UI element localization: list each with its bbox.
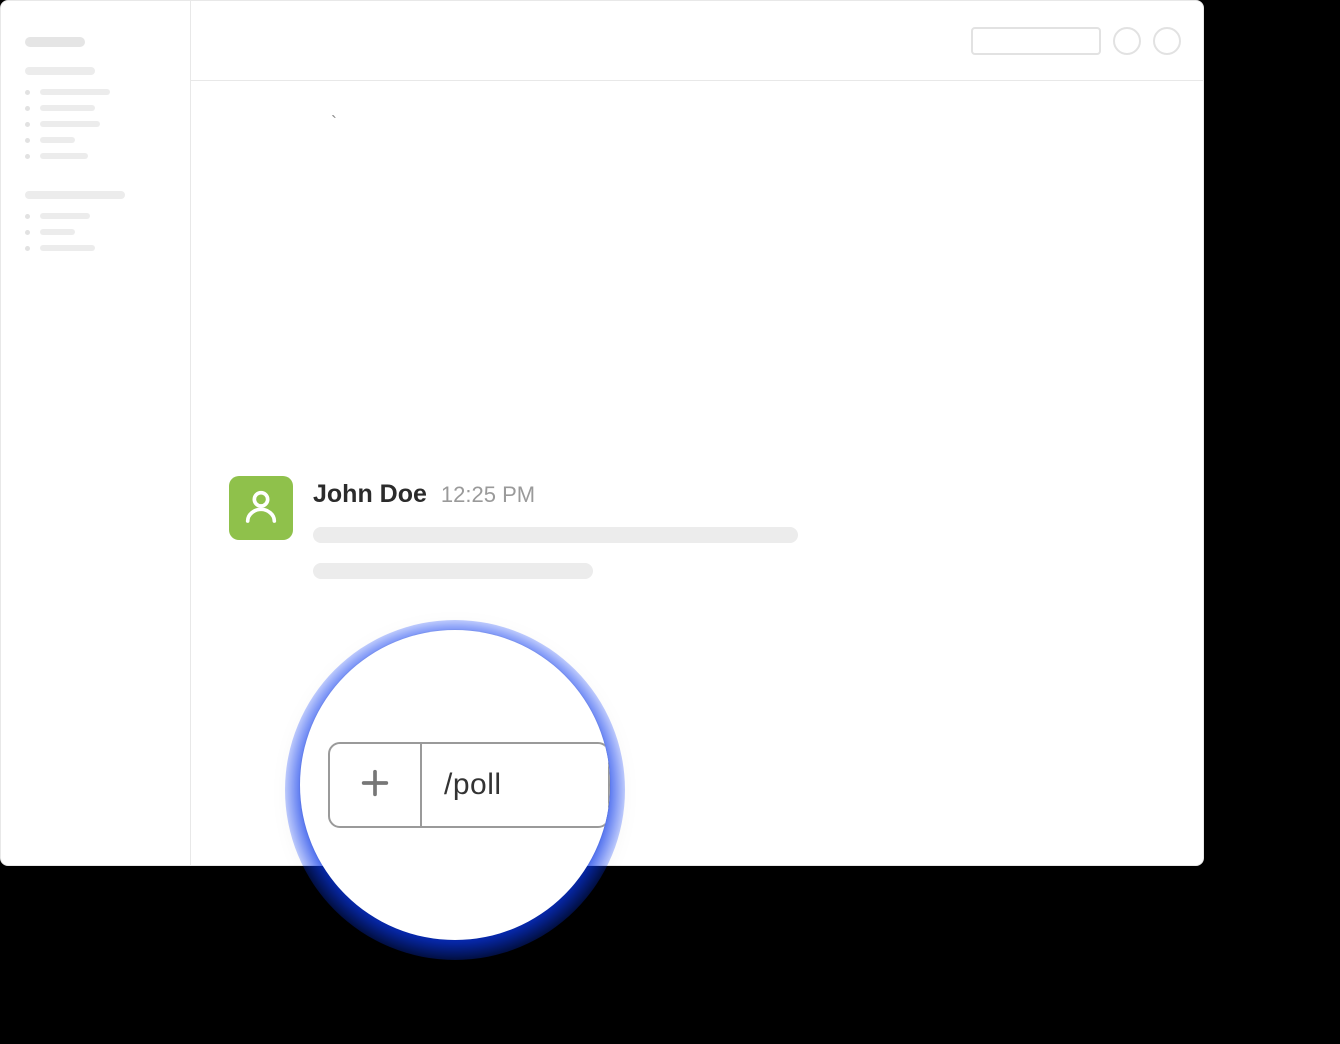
message-row: John Doe 12:25 PM — [229, 476, 798, 579]
sidebar-section-header-placeholder — [25, 191, 125, 199]
sidebar — [1, 1, 191, 865]
attach-button[interactable] — [330, 744, 422, 826]
sidebar-item-placeholder[interactable] — [25, 121, 166, 127]
zoom-lens: /poll — [300, 630, 610, 940]
message-timestamp: 12:25 PM — [441, 482, 535, 508]
topbar-action-2[interactable] — [1153, 27, 1181, 55]
plus-icon — [358, 766, 392, 805]
decorative-mark: ` — [331, 113, 337, 134]
message-text-placeholder — [313, 563, 593, 579]
sidebar-item-placeholder[interactable] — [25, 137, 166, 143]
sidebar-workspace-placeholder — [25, 37, 85, 47]
sidebar-item-placeholder[interactable] — [25, 153, 166, 159]
topbar-action-1[interactable] — [1113, 27, 1141, 55]
avatar[interactable] — [229, 476, 293, 540]
sidebar-item-placeholder[interactable] — [25, 89, 166, 95]
sidebar-item-placeholder[interactable] — [25, 229, 166, 235]
sidebar-item-placeholder[interactable] — [25, 105, 166, 111]
sidebar-section-header-placeholder — [25, 67, 95, 75]
search-input[interactable] — [971, 27, 1101, 55]
message-composer[interactable]: /poll — [328, 742, 610, 828]
topbar — [191, 1, 1203, 81]
sidebar-item-placeholder[interactable] — [25, 245, 166, 251]
sidebar-item-placeholder[interactable] — [25, 213, 166, 219]
message-author[interactable]: John Doe — [313, 480, 427, 509]
message-text-placeholder — [313, 527, 798, 543]
composer-input-text[interactable]: /poll — [422, 744, 608, 826]
message-body: John Doe 12:25 PM — [313, 476, 798, 579]
person-icon — [241, 486, 281, 531]
